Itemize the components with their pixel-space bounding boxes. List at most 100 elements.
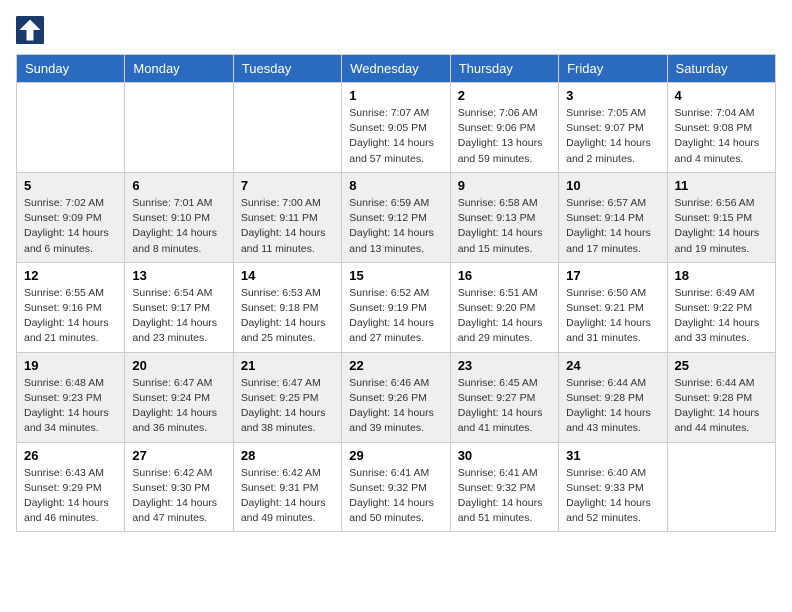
calendar-cell: 2 Sunrise: 7:06 AM Sunset: 9:06 PM Daylig… [450, 83, 558, 173]
weekday-header-tuesday: Tuesday [233, 55, 341, 83]
calendar-cell: 11 Sunrise: 6:56 AM Sunset: 9:15 PM Dayli… [667, 172, 775, 262]
calendar-cell: 25 Sunrise: 6:44 AM Sunset: 9:28 PM Dayli… [667, 352, 775, 442]
cell-info: Sunrise: 6:56 AM Sunset: 9:15 PM Dayligh… [675, 196, 768, 257]
day-number: 18 [675, 268, 768, 283]
day-number: 31 [566, 448, 659, 463]
cell-info: Sunrise: 6:49 AM Sunset: 9:22 PM Dayligh… [675, 286, 768, 347]
day-number: 6 [132, 178, 225, 193]
day-number: 11 [675, 178, 768, 193]
cell-info: Sunrise: 6:53 AM Sunset: 9:18 PM Dayligh… [241, 286, 334, 347]
day-number: 26 [24, 448, 117, 463]
day-number: 21 [241, 358, 334, 373]
day-number: 20 [132, 358, 225, 373]
week-row-5: 26 Sunrise: 6:43 AM Sunset: 9:29 PM Dayli… [17, 442, 776, 532]
cell-info: Sunrise: 7:01 AM Sunset: 9:10 PM Dayligh… [132, 196, 225, 257]
day-number: 4 [675, 88, 768, 103]
day-number: 22 [349, 358, 442, 373]
calendar-cell: 4Sunrise: 7:04 AM Sunset: 9:08 PM Daylig… [667, 83, 775, 173]
cell-info: Sunrise: 6:44 AM Sunset: 9:28 PM Dayligh… [566, 376, 659, 437]
weekday-header-wednesday: Wednesday [342, 55, 450, 83]
day-number: 7 [241, 178, 334, 193]
logo-icon [16, 16, 44, 44]
calendar-cell [17, 83, 125, 173]
cell-info: Sunrise: 6:54 AM Sunset: 9:17 PM Dayligh… [132, 286, 225, 347]
cell-info: Sunrise: 6:40 AM Sunset: 9:33 PM Dayligh… [566, 466, 659, 527]
calendar-cell: 8Sunrise: 6:59 AM Sunset: 9:12 PM Daylig… [342, 172, 450, 262]
calendar-cell: 13 Sunrise: 6:54 AM Sunset: 9:17 PM Dayli… [125, 262, 233, 352]
calendar-table: SundayMondayTuesdayWednesdayThursdayFrid… [16, 54, 776, 532]
calendar-cell: 15Sunrise: 6:52 AM Sunset: 9:19 PM Dayli… [342, 262, 450, 352]
cell-info: Sunrise: 6:55 AM Sunset: 9:16 PM Dayligh… [24, 286, 117, 347]
day-number: 30 [458, 448, 551, 463]
day-number: 16 [458, 268, 551, 283]
calendar-cell: 3 Sunrise: 7:05 AM Sunset: 9:07 PM Daylig… [559, 83, 667, 173]
cell-info: Sunrise: 6:51 AM Sunset: 9:20 PM Dayligh… [458, 286, 551, 347]
cell-info: Sunrise: 6:45 AM Sunset: 9:27 PM Dayligh… [458, 376, 551, 437]
cell-info: Sunrise: 6:47 AM Sunset: 9:24 PM Dayligh… [132, 376, 225, 437]
calendar-cell: 22 Sunrise: 6:46 AM Sunset: 9:26 PM Dayli… [342, 352, 450, 442]
day-number: 1 [349, 88, 442, 103]
day-number: 9 [458, 178, 551, 193]
calendar-cell: 10Sunrise: 6:57 AM Sunset: 9:14 PM Dayli… [559, 172, 667, 262]
calendar-cell: 30 Sunrise: 6:41 AM Sunset: 9:32 PM Dayli… [450, 442, 558, 532]
cell-info: Sunrise: 6:42 AM Sunset: 9:31 PM Dayligh… [241, 466, 334, 527]
week-row-4: 19Sunrise: 6:48 AM Sunset: 9:23 PM Dayli… [17, 352, 776, 442]
day-number: 17 [566, 268, 659, 283]
weekday-header-friday: Friday [559, 55, 667, 83]
day-number: 25 [675, 358, 768, 373]
calendar-cell: 23Sunrise: 6:45 AM Sunset: 9:27 PM Dayli… [450, 352, 558, 442]
calendar-cell: 12 Sunrise: 6:55 AM Sunset: 9:16 PM Dayli… [17, 262, 125, 352]
cell-info: Sunrise: 6:50 AM Sunset: 9:21 PM Dayligh… [566, 286, 659, 347]
cell-info: Sunrise: 6:42 AM Sunset: 9:30 PM Dayligh… [132, 466, 225, 527]
calendar-cell: 29Sunrise: 6:41 AM Sunset: 9:32 PM Dayli… [342, 442, 450, 532]
cell-info: Sunrise: 7:05 AM Sunset: 9:07 PM Dayligh… [566, 106, 659, 167]
calendar-cell: 6 Sunrise: 7:01 AM Sunset: 9:10 PM Daylig… [125, 172, 233, 262]
day-number: 2 [458, 88, 551, 103]
calendar-cell: 16 Sunrise: 6:51 AM Sunset: 9:20 PM Dayli… [450, 262, 558, 352]
cell-info: Sunrise: 6:41 AM Sunset: 9:32 PM Dayligh… [349, 466, 442, 527]
calendar-cell: 27 Sunrise: 6:42 AM Sunset: 9:30 PM Dayli… [125, 442, 233, 532]
calendar-cell: 1 Sunrise: 7:07 AM Sunset: 9:05 PM Daylig… [342, 83, 450, 173]
cell-info: Sunrise: 7:07 AM Sunset: 9:05 PM Dayligh… [349, 106, 442, 167]
calendar-cell: 17 Sunrise: 6:50 AM Sunset: 9:21 PM Dayli… [559, 262, 667, 352]
weekday-header-saturday: Saturday [667, 55, 775, 83]
calendar-cell: 5 Sunrise: 7:02 AM Sunset: 9:09 PM Daylig… [17, 172, 125, 262]
calendar-cell [233, 83, 341, 173]
weekday-header-monday: Monday [125, 55, 233, 83]
day-number: 27 [132, 448, 225, 463]
week-row-3: 12 Sunrise: 6:55 AM Sunset: 9:16 PM Dayli… [17, 262, 776, 352]
cell-info: Sunrise: 6:47 AM Sunset: 9:25 PM Dayligh… [241, 376, 334, 437]
day-number: 13 [132, 268, 225, 283]
calendar-cell: 18 Sunrise: 6:49 AM Sunset: 9:22 PM Dayli… [667, 262, 775, 352]
week-row-1: 1 Sunrise: 7:07 AM Sunset: 9:05 PM Daylig… [17, 83, 776, 173]
cell-info: Sunrise: 6:46 AM Sunset: 9:26 PM Dayligh… [349, 376, 442, 437]
day-number: 12 [24, 268, 117, 283]
weekday-header-row: SundayMondayTuesdayWednesdayThursdayFrid… [17, 55, 776, 83]
calendar-cell: 21 Sunrise: 6:47 AM Sunset: 9:25 PM Dayli… [233, 352, 341, 442]
weekday-header-thursday: Thursday [450, 55, 558, 83]
calendar-cell: 14 Sunrise: 6:53 AM Sunset: 9:18 PM Dayli… [233, 262, 341, 352]
cell-info: Sunrise: 7:02 AM Sunset: 9:09 PM Dayligh… [24, 196, 117, 257]
calendar-cell [667, 442, 775, 532]
cell-info: Sunrise: 6:44 AM Sunset: 9:28 PM Dayligh… [675, 376, 768, 437]
day-number: 28 [241, 448, 334, 463]
calendar-cell: 24Sunrise: 6:44 AM Sunset: 9:28 PM Dayli… [559, 352, 667, 442]
logo [16, 16, 48, 44]
day-number: 8 [349, 178, 442, 193]
calendar-cell: 31 Sunrise: 6:40 AM Sunset: 9:33 PM Dayli… [559, 442, 667, 532]
calendar-cell: 20 Sunrise: 6:47 AM Sunset: 9:24 PM Dayli… [125, 352, 233, 442]
calendar-cell: 9Sunrise: 6:58 AM Sunset: 9:13 PM Daylig… [450, 172, 558, 262]
day-number: 3 [566, 88, 659, 103]
weekday-header-sunday: Sunday [17, 55, 125, 83]
day-number: 5 [24, 178, 117, 193]
calendar-cell: 26 Sunrise: 6:43 AM Sunset: 9:29 PM Dayli… [17, 442, 125, 532]
day-number: 14 [241, 268, 334, 283]
calendar-cell [125, 83, 233, 173]
day-number: 10 [566, 178, 659, 193]
calendar-cell: 19Sunrise: 6:48 AM Sunset: 9:23 PM Dayli… [17, 352, 125, 442]
cell-info: Sunrise: 7:06 AM Sunset: 9:06 PM Dayligh… [458, 106, 551, 167]
cell-info: Sunrise: 6:41 AM Sunset: 9:32 PM Dayligh… [458, 466, 551, 527]
cell-info: Sunrise: 6:43 AM Sunset: 9:29 PM Dayligh… [24, 466, 117, 527]
day-number: 19 [24, 358, 117, 373]
cell-info: Sunrise: 7:00 AM Sunset: 9:11 PM Dayligh… [241, 196, 334, 257]
